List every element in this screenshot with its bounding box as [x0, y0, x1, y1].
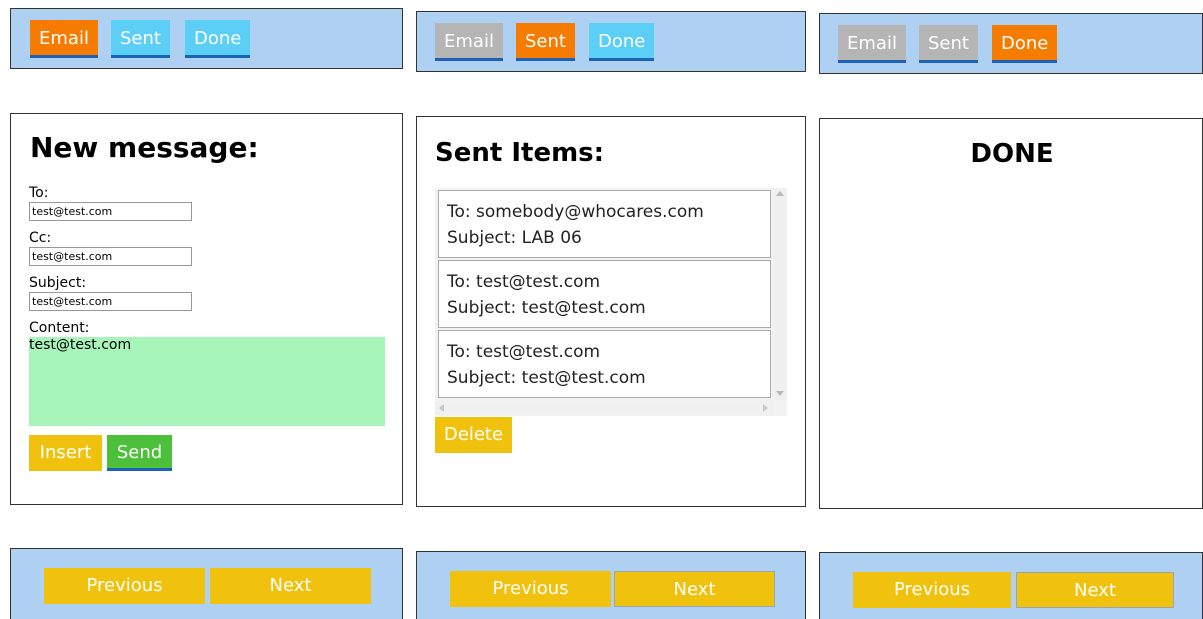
tab-sent[interactable]: Sent — [919, 25, 978, 63]
scroll-left-arrow-icon[interactable] — [439, 404, 444, 412]
next-button[interactable]: Next — [1016, 572, 1174, 608]
previous-button[interactable]: Previous — [44, 568, 205, 604]
tab-sent[interactable]: Sent — [111, 20, 170, 58]
item-to: To: test@test.com — [447, 342, 601, 362]
tab-done[interactable]: Done — [992, 25, 1058, 63]
item-subject: Subject: LAB 06 — [447, 228, 582, 248]
delete-button[interactable]: Delete — [435, 417, 512, 453]
scroll-down-arrow-icon[interactable] — [776, 391, 784, 396]
bottom-nav-bar-2: Previous Next — [416, 551, 806, 619]
tab-email[interactable]: Email — [30, 20, 98, 58]
top-nav-bar-1: Email Sent Done — [10, 8, 403, 69]
bottom-nav-bar-1: Previous Next — [10, 548, 403, 619]
item-subject: Subject: test@test.com — [447, 368, 646, 388]
tab-done[interactable]: Done — [589, 23, 655, 61]
scroll-right-arrow-icon[interactable] — [763, 404, 768, 412]
send-button[interactable]: Send — [107, 435, 172, 471]
item-subject: Subject: test@test.com — [447, 298, 646, 318]
horizontal-scrollbar[interactable] — [435, 401, 773, 415]
content-label: Content: — [29, 320, 90, 336]
tab-email[interactable]: Email — [435, 23, 503, 61]
list-item[interactable]: To: test@test.com Subject: test@test.com — [438, 330, 771, 398]
cc-label: Cc: — [29, 230, 52, 246]
to-field[interactable]: test@test.com — [29, 202, 192, 221]
done-panel: DONE — [819, 118, 1203, 509]
list-item[interactable]: To: somebody@whocares.com Subject: LAB 0… — [438, 190, 771, 258]
item-to: To: test@test.com — [447, 272, 601, 292]
tab-email[interactable]: Email — [838, 25, 906, 63]
tab-done[interactable]: Done — [185, 20, 251, 58]
top-nav-bar-3: Email Sent Done — [819, 13, 1203, 74]
vertical-scrollbar[interactable] — [773, 188, 787, 400]
subject-label: Subject: — [29, 275, 87, 291]
list-item[interactable]: To: test@test.com Subject: test@test.com — [438, 260, 771, 328]
content-textarea[interactable]: test@test.com — [29, 337, 385, 426]
to-label: To: — [29, 185, 49, 201]
scroll-up-arrow-icon[interactable] — [776, 191, 784, 196]
bottom-nav-bar-3: Previous Next — [819, 552, 1203, 619]
insert-button[interactable]: Insert — [29, 435, 102, 471]
top-nav-bar-2: Email Sent Done — [416, 11, 806, 72]
cc-field[interactable]: test@test.com — [29, 247, 192, 266]
subject-field[interactable]: test@test.com — [29, 292, 192, 311]
previous-button[interactable]: Previous — [450, 571, 611, 607]
item-to: To: somebody@whocares.com — [447, 202, 704, 222]
new-message-panel: New message: To: test@test.com Cc: test@… — [10, 113, 403, 505]
page-title: Sent Items: — [435, 138, 605, 168]
tab-sent[interactable]: Sent — [516, 23, 575, 61]
page-title: New message: — [30, 131, 259, 164]
previous-button[interactable]: Previous — [853, 572, 1011, 608]
page-title: DONE — [970, 139, 1054, 169]
next-button[interactable]: Next — [210, 568, 371, 604]
next-button[interactable]: Next — [614, 571, 775, 607]
